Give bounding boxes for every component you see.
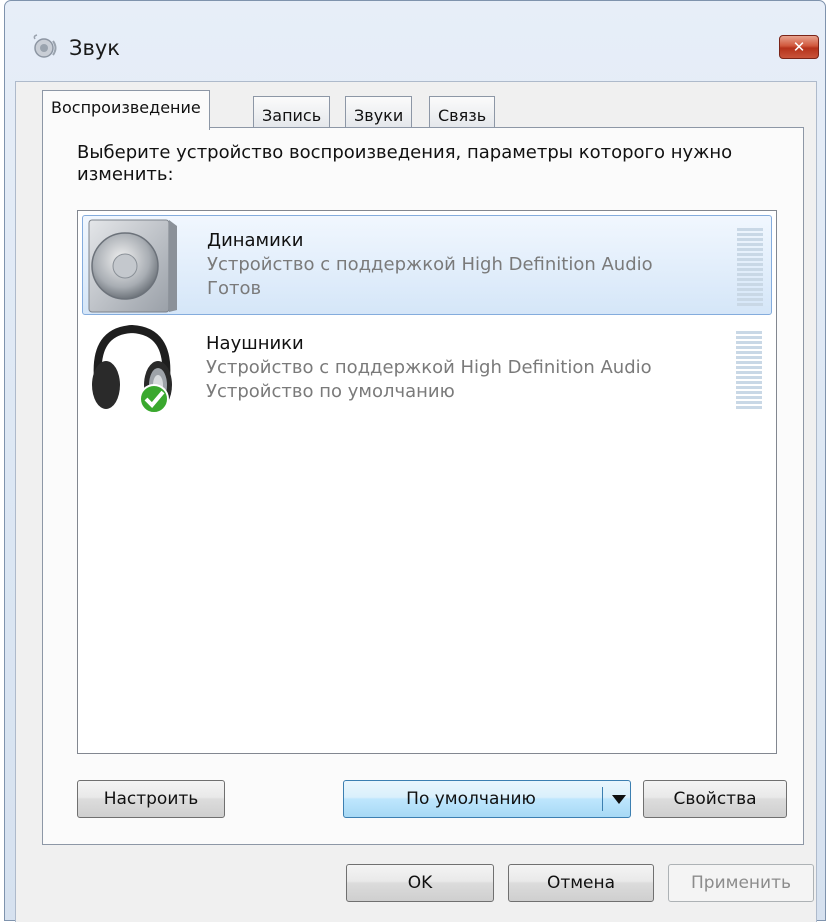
level-meter-segment <box>737 233 763 236</box>
level-meter-segment <box>736 391 762 394</box>
level-meter-segment <box>736 336 762 339</box>
level-meter-segment <box>736 376 762 379</box>
device-name-headphones: Наушники <box>206 333 304 354</box>
apply-button: Применить <box>668 864 814 902</box>
split-divider <box>602 787 603 811</box>
tab-sounds[interactable]: Звуки <box>345 96 413 128</box>
device-item-headphones[interactable]: Наушники Устройство с поддержкой High De… <box>82 319 772 419</box>
level-meter-segment <box>737 258 763 261</box>
level-meter-segment <box>736 356 762 359</box>
level-meter-segment <box>737 303 763 306</box>
dialog-client-area: Воспроизведение Запись Звуки Связь Выбер… <box>15 81 817 922</box>
device-description-speakers: Устройство с поддержкой High Definition … <box>207 254 653 275</box>
playback-device-list[interactable]: Динамики Устройство с поддержкой High De… <box>77 210 777 754</box>
properties-button[interactable]: Свойства <box>643 780 787 818</box>
level-meter-segment <box>737 268 763 271</box>
title-bar[interactable]: Звук ✕ <box>5 1 825 89</box>
level-meter-segment <box>737 288 763 291</box>
tab-communications[interactable]: Связь <box>429 96 496 128</box>
level-meter-speakers <box>737 228 763 310</box>
level-meter-segment <box>737 243 763 246</box>
chevron-down-icon[interactable] <box>612 795 626 804</box>
speaker-icon <box>88 219 177 313</box>
set-default-label: По умолчанию <box>406 789 536 809</box>
level-meter-segment <box>737 238 763 241</box>
level-meter-segment <box>737 283 763 286</box>
sound-app-icon <box>33 34 57 58</box>
level-meter-segment <box>736 331 762 334</box>
level-meter-segment <box>736 361 762 364</box>
checkmark-icon <box>139 384 169 414</box>
configure-button[interactable]: Настроить <box>77 780 225 818</box>
set-default-button[interactable]: По умолчанию <box>343 780 631 818</box>
level-meter-segment <box>736 396 762 399</box>
level-meter-segment <box>737 278 763 281</box>
close-button[interactable]: ✕ <box>779 35 819 59</box>
device-status-headphones: Устройство по умолчанию <box>206 381 455 402</box>
cancel-button[interactable]: Отмена <box>508 864 654 902</box>
level-meter-headphones <box>736 331 762 413</box>
level-meter-segment <box>737 293 763 296</box>
level-meter-segment <box>737 298 763 301</box>
device-status-speakers: Готов <box>207 278 262 299</box>
level-meter-segment <box>736 351 762 354</box>
level-meter-segment <box>736 381 762 384</box>
playback-tab-panel: Выберите устройство воспроизведения, пар… <box>42 127 804 845</box>
level-meter-segment <box>736 366 762 369</box>
level-meter-segment <box>736 341 762 344</box>
level-meter-segment <box>737 263 763 266</box>
tab-playback[interactable]: Воспроизведение <box>42 90 210 130</box>
headphones-icon <box>92 324 172 414</box>
device-item-speakers[interactable]: Динамики Устройство с поддержкой High De… <box>82 215 772 315</box>
level-meter-segment <box>736 401 762 404</box>
device-name-speakers: Динамики <box>207 230 304 251</box>
device-description-headphones: Устройство с поддержкой High Definition … <box>206 357 652 378</box>
sound-dialog-window: Звук ✕ Воспроизведение Запись Звуки Связ… <box>4 0 826 922</box>
level-meter-segment <box>736 346 762 349</box>
tab-recording[interactable]: Запись <box>253 96 331 128</box>
level-meter-segment <box>737 228 763 231</box>
level-meter-segment <box>736 371 762 374</box>
level-meter-segment <box>736 406 762 409</box>
window-title: Звук <box>69 36 120 60</box>
close-icon: ✕ <box>792 38 806 56</box>
instruction-text: Выберите устройство воспроизведения, пар… <box>77 142 733 185</box>
level-meter-segment <box>736 386 762 389</box>
level-meter-segment <box>737 253 763 256</box>
level-meter-segment <box>737 273 763 276</box>
ok-button[interactable]: OK <box>346 864 494 902</box>
level-meter-segment <box>737 248 763 251</box>
